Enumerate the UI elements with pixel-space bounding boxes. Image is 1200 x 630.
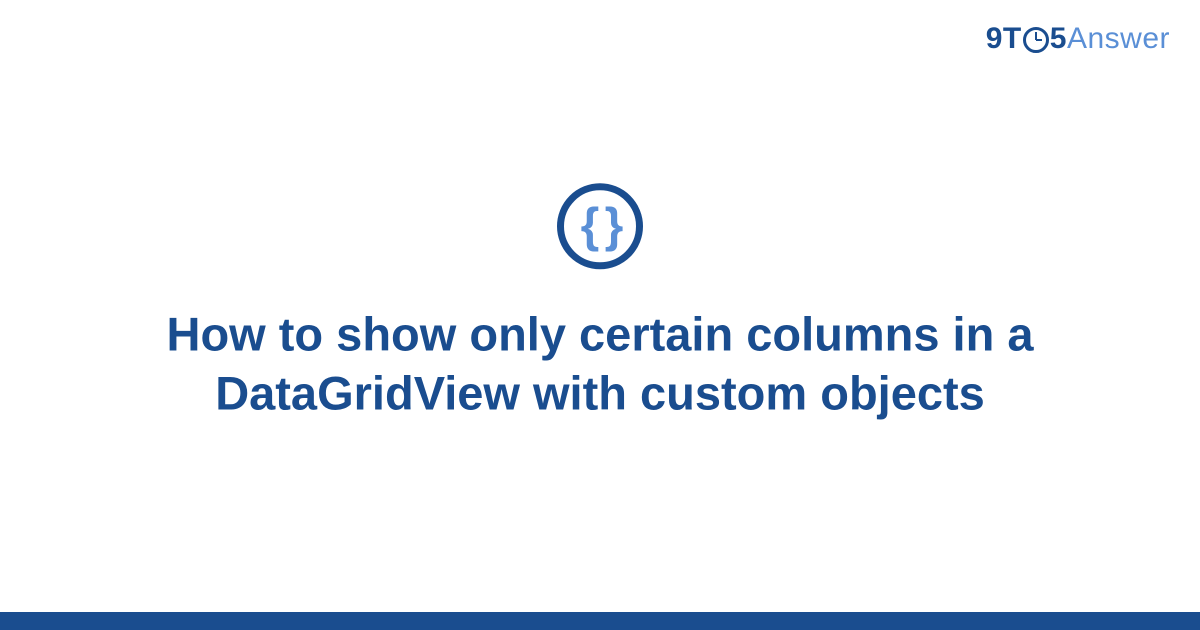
footer-bar [0, 612, 1200, 630]
main-content: { } How to show only certain columns in … [60, 183, 1140, 423]
clock-icon [1023, 27, 1049, 53]
question-title: How to show only certain columns in a Da… [120, 305, 1080, 423]
brand-middle: 5 [1050, 22, 1067, 55]
brand-logo: 9T 5Answer [986, 22, 1170, 56]
code-braces-icon: { } [581, 202, 620, 250]
brand-suffix: Answer [1067, 22, 1170, 55]
topic-icon-circle: { } [557, 183, 643, 269]
brand-prefix: 9T [986, 22, 1022, 55]
